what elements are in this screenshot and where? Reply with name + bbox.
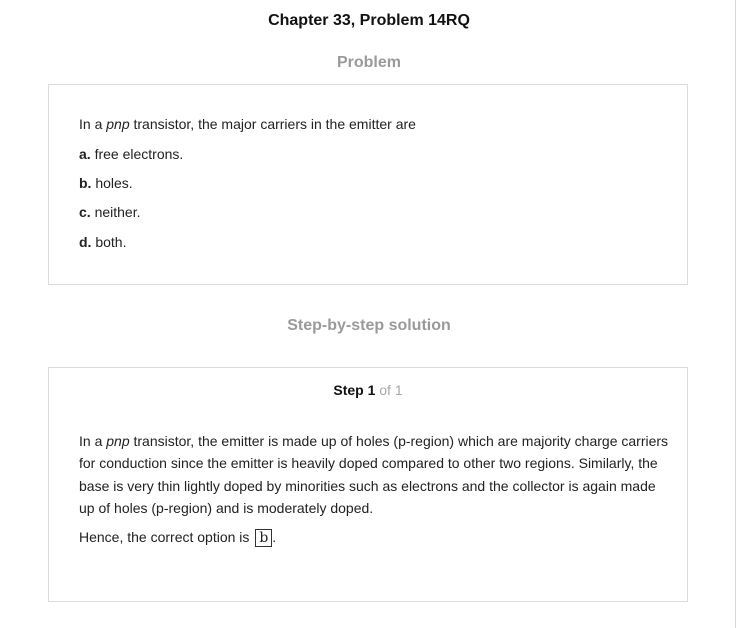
- explanation-italic-term: pnp: [106, 433, 130, 449]
- answer-line: Hence, the correct option is b.: [79, 527, 277, 548]
- step-count: of 1: [375, 382, 403, 398]
- question-italic-term: pnp: [106, 116, 130, 132]
- conclusion-end: .: [272, 529, 277, 545]
- boxed-answer: b: [255, 529, 273, 548]
- option-b-letter: b.: [79, 175, 92, 191]
- problem-heading: Problem: [336, 54, 401, 71]
- question-text: In a pnp transistor, the major carriers …: [79, 116, 416, 132]
- solution-heading: Step-by-step solution: [287, 317, 451, 334]
- question-prefix: In a: [79, 116, 107, 132]
- solution-explanation: In a pnp transistor, the emitter is made…: [79, 430, 669, 520]
- option-a: a. free electrons.: [79, 146, 183, 162]
- option-a-letter: a.: [79, 146, 91, 162]
- explanation-body: transistor, the emitter is made up of ho…: [79, 433, 669, 517]
- option-d: d. both.: [79, 234, 126, 250]
- solution-card: Step 1 of 1 In a pnp transistor, the emi…: [48, 367, 688, 602]
- conclusion-text: Hence, the correct option is: [79, 529, 254, 545]
- option-b: b. holes.: [79, 175, 133, 191]
- step-label: Step 1: [333, 382, 376, 398]
- option-c: c. neither.: [79, 204, 141, 220]
- option-a-text: free electrons.: [90, 146, 184, 162]
- explanation-prefix: In a: [79, 433, 107, 449]
- page-title: Chapter 33, Problem 14RQ: [268, 12, 470, 29]
- option-d-text: both.: [91, 234, 127, 250]
- question-suffix: transistor, the major carriers in the em…: [129, 116, 416, 132]
- step-header: Step 1 of 1: [49, 382, 687, 398]
- option-c-text: neither.: [90, 204, 141, 220]
- page-edge-divider: [735, 0, 736, 628]
- option-c-letter: c.: [79, 204, 91, 220]
- option-b-text: holes.: [91, 175, 133, 191]
- option-d-letter: d.: [79, 234, 92, 250]
- problem-card: In a pnp transistor, the major carriers …: [48, 84, 688, 285]
